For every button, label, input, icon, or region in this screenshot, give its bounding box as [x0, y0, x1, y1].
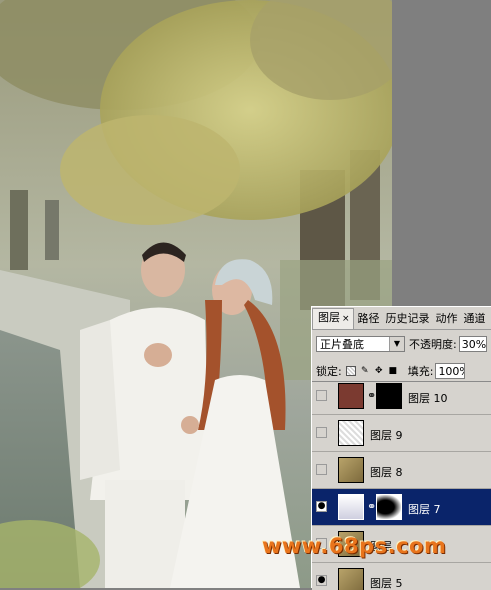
lock-label: 锁定: [316, 365, 342, 378]
visibility-toggle[interactable] [316, 427, 327, 438]
layer-thumbnail [338, 494, 364, 520]
link-icon[interactable]: ⚭ [367, 500, 376, 513]
tab-layers[interactable]: 图层 × [312, 308, 354, 329]
tab-label: 路径 [357, 312, 380, 325]
layer-row-8[interactable]: 图层 8 [312, 452, 491, 489]
layer-row-7[interactable]: ● ⚭ 图层 7 [312, 489, 491, 526]
eye-icon[interactable]: ● [316, 575, 327, 586]
tab-history[interactable]: 历史记录 [382, 312, 432, 329]
lock-transparent-pixels-icon[interactable] [345, 366, 356, 376]
lock-icon[interactable]: ■ [388, 366, 398, 376]
lock-row: 锁定: ✎ ✥ ■ 填充: 100% [316, 363, 491, 379]
tab-channels[interactable]: 通道 [460, 312, 488, 329]
workspace-background [392, 0, 491, 306]
layer-name: 图层 8 [370, 466, 403, 479]
brush-icon[interactable]: ✎ [360, 366, 370, 376]
close-icon[interactable]: × [342, 314, 350, 324]
tab-label: 通道 [463, 312, 486, 325]
blend-row: 正片叠底 ▼ 不透明度: 30% [316, 335, 490, 353]
layer-name: 图层 7 [408, 503, 441, 516]
link-icon[interactable]: ⚭ [367, 389, 376, 402]
layer-mask-thumbnail[interactable] [376, 494, 402, 520]
layer-thumbnail [338, 420, 364, 446]
layer-thumbnail [338, 383, 364, 409]
chevron-down-icon[interactable]: ▼ [389, 337, 404, 351]
layer-row-5[interactable]: ● 图层 5 [312, 563, 491, 590]
fill-input[interactable]: 100% [435, 363, 466, 379]
layer-mask-thumbnail[interactable] [376, 383, 402, 409]
tab-actions[interactable]: 动作 [432, 312, 460, 329]
tab-label: 图层 [318, 311, 340, 324]
layer-row-9[interactable]: 图层 9 [312, 415, 491, 452]
eye-icon[interactable]: ● [316, 501, 327, 512]
tab-paths[interactable]: 路径 [354, 312, 382, 329]
layer-name: 图层 9 [370, 429, 403, 442]
opacity-label: 不透明度: [409, 338, 457, 351]
move-icon[interactable]: ✥ [374, 366, 384, 376]
tab-label: 动作 [435, 312, 458, 325]
opacity-input[interactable]: 30% [458, 336, 487, 352]
visibility-toggle[interactable] [316, 390, 327, 401]
site-watermark: www.68ps.com [262, 534, 447, 558]
fill-label: 填充: [407, 365, 434, 378]
visibility-toggle[interactable] [316, 464, 327, 475]
layer-name: 图层 10 [408, 392, 448, 405]
layers-list: ⚭ 图层 10 图层 9 图层 8 ● ⚭ 图层 7 图层 6 ● 图层 5 [312, 381, 491, 590]
tab-label: 历史记录 [385, 312, 430, 325]
panel-tabs: 图层 × 路径 历史记录 动作 通道 [312, 307, 491, 330]
layer-thumbnail [338, 568, 364, 590]
blend-mode-select[interactable]: 正片叠底 ▼ [316, 336, 405, 352]
layer-row-10[interactable]: ⚭ 图层 10 [312, 382, 491, 415]
blend-mode-value: 正片叠底 [320, 338, 364, 351]
layer-thumbnail [338, 457, 364, 483]
